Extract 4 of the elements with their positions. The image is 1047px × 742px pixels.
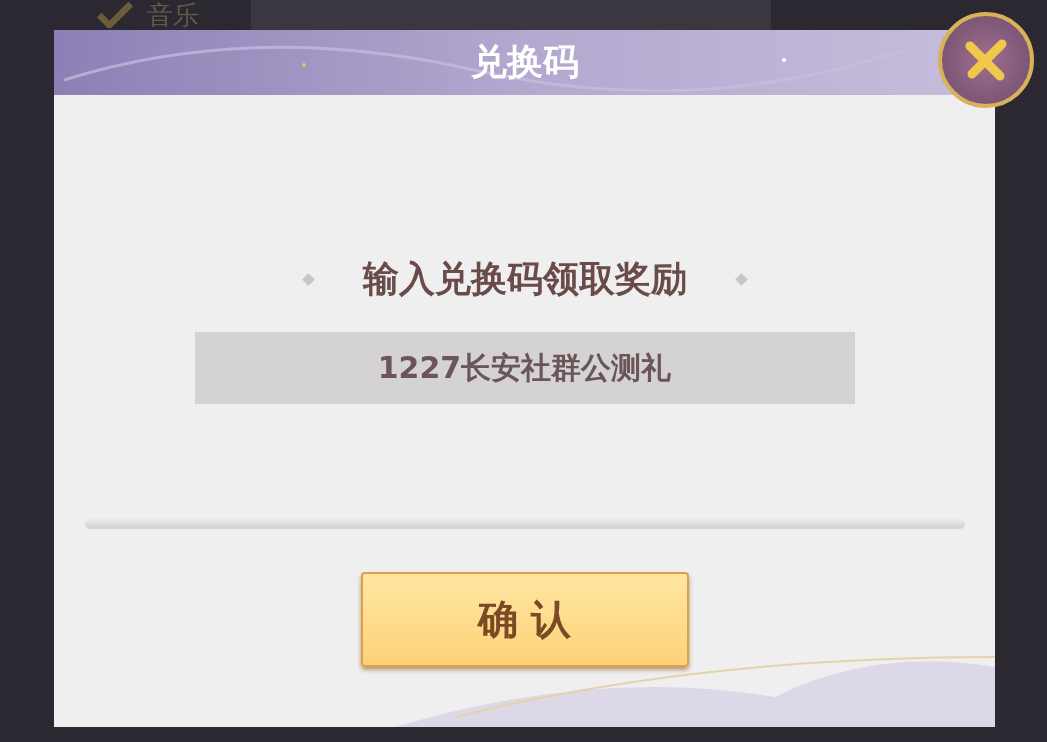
- prompt-text: 输入兑换码领取奖励: [362, 257, 687, 301]
- confirm-button[interactable]: 确 认: [360, 572, 689, 667]
- dialog-title: 兑换码: [470, 40, 579, 84]
- code-field[interactable]: 1227长安社群公测礼: [194, 332, 855, 404]
